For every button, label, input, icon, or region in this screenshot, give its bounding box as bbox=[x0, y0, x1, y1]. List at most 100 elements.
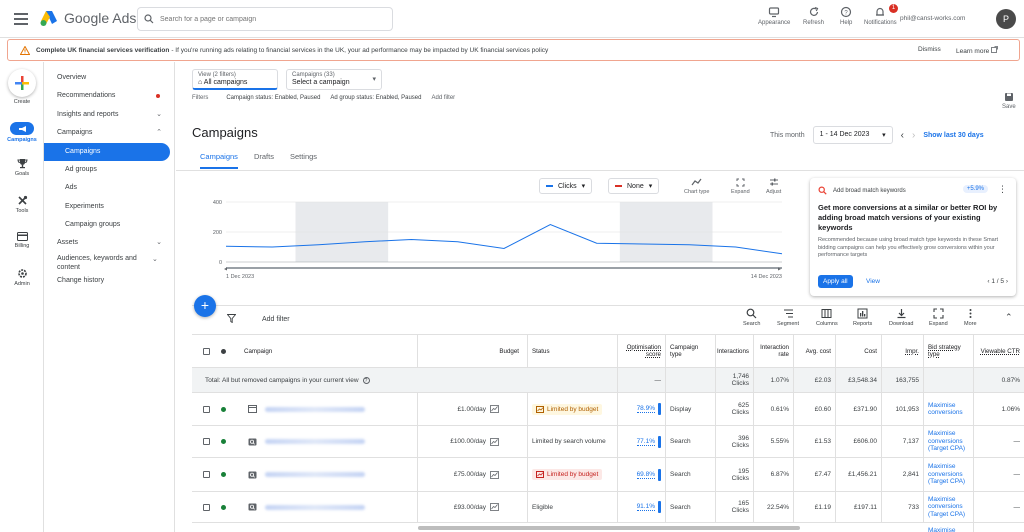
horizontal-scrollbar[interactable] bbox=[418, 526, 800, 530]
reports-button[interactable]: Reports bbox=[853, 308, 872, 327]
avatar[interactable]: P bbox=[996, 9, 1016, 29]
sidebar-item-overview[interactable]: Overview bbox=[44, 69, 174, 87]
row-checkbox[interactable] bbox=[203, 438, 210, 445]
enabled-status-dot[interactable] bbox=[221, 406, 226, 412]
header-avg-cost[interactable]: Avg. cost bbox=[794, 335, 836, 367]
sidebar-item-ads[interactable]: Ads bbox=[44, 179, 174, 197]
budget-cell[interactable]: £1.00/day bbox=[418, 393, 528, 425]
search-box[interactable] bbox=[137, 7, 393, 31]
table-search-button[interactable]: Search bbox=[743, 308, 760, 327]
header-budget[interactable]: Budget bbox=[418, 335, 528, 367]
bid-strategy-cell[interactable]: Maximise conversions (Target CPA) bbox=[924, 492, 974, 522]
view-dropdown[interactable]: View (2 filters) ⌂ All campaigns bbox=[192, 69, 278, 90]
refresh-button[interactable]: Refresh bbox=[803, 6, 824, 26]
campaign-name-redacted[interactable] bbox=[265, 406, 365, 412]
create-button[interactable] bbox=[8, 69, 36, 97]
appearance-button[interactable]: Appearance bbox=[758, 6, 790, 26]
bid-strategy-cell[interactable]: Maximise conversions (Target CPA) bbox=[924, 458, 974, 491]
show-last-30-days-link[interactable]: Show last 30 days bbox=[923, 132, 983, 139]
add-filter-top-link[interactable]: Add filter bbox=[431, 95, 455, 101]
search-input[interactable] bbox=[160, 15, 380, 23]
sidebar-item-campaigns-group[interactable]: Campaigns ⌃ bbox=[44, 124, 174, 142]
more-vert-icon[interactable]: ⋮ bbox=[998, 184, 1007, 195]
sidebar-item-campaign-groups[interactable]: Campaign groups bbox=[44, 216, 174, 234]
google-ads-logo[interactable]: Google Ads bbox=[40, 9, 136, 27]
sidebar-item-audiences[interactable]: Audiences, keywords and content bbox=[44, 252, 159, 274]
sidebar-item-recommendations[interactable]: Recommendations bbox=[44, 87, 174, 105]
rail-tools[interactable]: Tools bbox=[0, 195, 44, 214]
row-checkbox[interactable] bbox=[203, 503, 210, 511]
tab-settings[interactable]: Settings bbox=[290, 152, 317, 169]
notifications-button[interactable]: Notifications 1 bbox=[864, 4, 898, 26]
table-expand-button[interactable]: Expand bbox=[929, 308, 948, 327]
dismiss-button[interactable]: Dismiss bbox=[918, 46, 941, 53]
budget-chart-icon[interactable] bbox=[490, 437, 499, 446]
rail-campaigns[interactable]: Campaigns bbox=[0, 122, 44, 143]
budget-cell[interactable]: £100.00/day bbox=[418, 426, 528, 457]
sidebar-item-campaigns[interactable]: Campaigns bbox=[44, 143, 170, 161]
optimisation-cell[interactable]: 77.1% bbox=[618, 426, 666, 457]
rail-admin[interactable]: Admin bbox=[0, 268, 44, 287]
header-impr[interactable]: Impr. bbox=[882, 335, 924, 367]
rail-goals[interactable]: Goals bbox=[0, 158, 44, 177]
bid-strategy-cell[interactable]: Maximise conversions (Target CPA) bbox=[924, 426, 974, 457]
help-icon[interactable]: ? bbox=[362, 376, 370, 384]
header-interaction-rate[interactable]: Interaction rate bbox=[754, 335, 794, 367]
header-campaign[interactable]: Campaign bbox=[240, 335, 418, 367]
filter-chip-ad-group-status[interactable]: Ad group status: Enabled, Paused bbox=[330, 95, 421, 101]
header-cost[interactable]: Cost bbox=[836, 335, 882, 367]
table-row[interactable]: £100.00/day Limited by search volume 77.1%… bbox=[192, 426, 1024, 458]
help-button[interactable]: ? Help bbox=[840, 6, 852, 26]
row-checkbox[interactable] bbox=[203, 405, 210, 413]
bid-strategy-cell[interactable]: Maximise bbox=[924, 523, 974, 532]
tab-campaigns[interactable]: Campaigns bbox=[200, 152, 238, 169]
rail-create[interactable]: Create bbox=[0, 69, 44, 105]
download-button[interactable]: Download bbox=[889, 308, 913, 327]
budget-chart-icon[interactable] bbox=[490, 405, 499, 413]
filter-icon[interactable] bbox=[227, 314, 236, 323]
account-email[interactable]: phil@canst-works.com bbox=[900, 15, 965, 22]
sidebar-item-assets[interactable]: Assets ⌄ bbox=[44, 234, 174, 252]
enabled-status-dot[interactable] bbox=[221, 472, 226, 477]
next-period-icon[interactable]: › bbox=[912, 130, 915, 141]
table-row[interactable]: £1.00/day Limited by budget 78.9% Display 62… bbox=[192, 393, 1024, 426]
learn-more-link[interactable]: Learn more bbox=[956, 46, 998, 55]
filter-chip-campaign-status[interactable]: Campaign status: Enabled, Paused bbox=[226, 95, 320, 101]
apply-all-button[interactable]: Apply all bbox=[818, 275, 853, 288]
tab-drafts[interactable]: Drafts bbox=[254, 152, 274, 169]
menu-icon[interactable] bbox=[14, 13, 28, 25]
bid-strategy-cell[interactable]: Maximise conversions bbox=[924, 393, 974, 425]
columns-button[interactable]: Columns bbox=[816, 308, 838, 327]
date-range-picker[interactable]: 1 - 14 Dec 2023 ▾ bbox=[812, 126, 893, 144]
add-filter-link[interactable]: Add filter bbox=[262, 316, 290, 323]
sidebar-item-experiments[interactable]: Experiments bbox=[44, 198, 174, 216]
more-button[interactable]: More bbox=[964, 308, 977, 327]
campaign-name-redacted[interactable] bbox=[265, 504, 365, 510]
campaign-name-redacted[interactable] bbox=[265, 439, 365, 444]
budget-cell[interactable]: £93.00/day bbox=[418, 492, 528, 522]
optimisation-score[interactable]: 69.8% bbox=[636, 471, 655, 479]
optimisation-score[interactable]: 91.1% bbox=[636, 503, 655, 511]
header-optimisation-score[interactable]: Optimisation score bbox=[618, 335, 666, 367]
optimisation-score[interactable]: 78.9% bbox=[636, 405, 655, 413]
sidebar-item-ad-groups[interactable]: Ad groups bbox=[44, 161, 174, 179]
optimisation-cell[interactable]: 91.1% bbox=[618, 492, 666, 522]
select-all-checkbox[interactable] bbox=[203, 347, 210, 355]
header-campaign-type[interactable]: Campaign type bbox=[666, 335, 716, 367]
prev-period-icon[interactable]: ‹ bbox=[901, 130, 904, 141]
budget-chart-icon[interactable] bbox=[490, 503, 499, 511]
header-interactions[interactable]: ↓ Interactions bbox=[716, 335, 754, 367]
view-recommendation-link[interactable]: View bbox=[866, 278, 880, 285]
campaign-name-redacted[interactable] bbox=[265, 472, 365, 477]
next-recommendation-icon[interactable]: › bbox=[1006, 278, 1008, 285]
status-badge[interactable]: Limited by budget bbox=[532, 469, 603, 480]
campaign-name-cell[interactable] bbox=[240, 458, 418, 491]
segment-button[interactable]: Segment bbox=[777, 308, 799, 327]
header-bid-strategy-type[interactable]: Bid strategy type bbox=[924, 335, 974, 367]
enabled-status-dot[interactable] bbox=[221, 504, 226, 510]
sidebar-item-change-history[interactable]: Change history bbox=[44, 272, 174, 290]
prev-recommendation-icon[interactable]: ‹ bbox=[987, 278, 989, 285]
collapse-chevron-up-icon[interactable]: ⌃ bbox=[1005, 312, 1013, 323]
status-badge[interactable]: Limited by budget bbox=[532, 403, 603, 415]
table-row[interactable]: £93.00/day Eligible 91.1% Search 165 Clicks 22… bbox=[192, 492, 1024, 523]
